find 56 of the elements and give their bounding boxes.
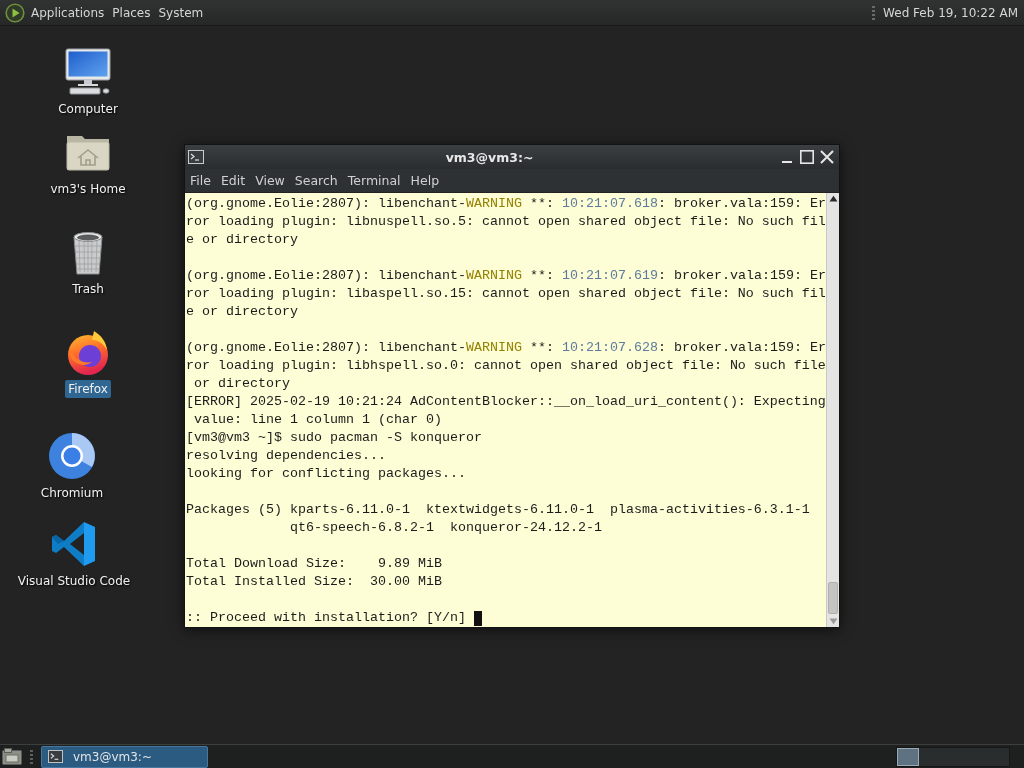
menu-item[interactable]: View (250, 171, 290, 190)
chromium-icon[interactable] (48, 432, 96, 480)
computer-icon[interactable] (64, 48, 112, 96)
taskbar-button[interactable]: vm3@vm3:~ (41, 745, 208, 768)
terminal-line: Total Download Size: 9.89 MiB (186, 555, 442, 573)
menu-item[interactable]: File (185, 171, 216, 190)
icon-label[interactable]: Chromium (37, 484, 107, 502)
distro-logo-icon[interactable] (5, 2, 25, 23)
window-title: vm3@vm3:~ (444, 149, 535, 165)
icon-label[interactable]: Firefox (65, 380, 111, 398)
terminal-line: Packages (5) kparts-6.11.0-1 ktextwidgets-6.11.0-1 plasma-activities-6.3.1-1 (186, 501, 810, 519)
show-desktop-icon[interactable] (2, 747, 22, 766)
terminal-line: [vm3@vm3 ~]$ sudo pacman -S konqueror (186, 429, 482, 447)
workspace-cell[interactable] (897, 747, 919, 766)
workspace-switcher[interactable] (896, 746, 1010, 767)
terminal-line: looking for conflicting packages... (186, 465, 466, 483)
icon-label[interactable]: Computer (55, 100, 121, 118)
drag-handle-icon (872, 3, 876, 22)
panel-menu[interactable]: Applications (27, 3, 109, 22)
terminal-line: value: line 1 column 1 (char 0) (193, 411, 442, 429)
menu-item[interactable]: Help (405, 171, 445, 190)
close-button[interactable] (819, 149, 835, 165)
menu-item[interactable]: Edit (215, 171, 251, 190)
visual-studio-code-icon[interactable] (50, 520, 98, 568)
icon-label[interactable]: Visual Studio Code (14, 572, 134, 590)
scrollbar[interactable] (826, 193, 839, 627)
terminal-line: :: Proceed with installation? [Y/n] (186, 609, 467, 627)
icon-label[interactable]: Trash (69, 280, 107, 298)
menu-item[interactable]: Search (289, 171, 343, 190)
close-icon (820, 150, 834, 164)
terminal-line: (org.gnome.Eolie:2807): libenchant-WARNING **: 10:21:07.628: broker.vala:159: Er (186, 339, 826, 357)
menu-item[interactable]: Terminal (342, 171, 406, 190)
terminal-line: (org.gnome.Eolie:2807): libenchant-WARNING **: 10:21:07.618: broker.vala:159: Er (186, 195, 826, 213)
minimize-icon (782, 161, 792, 163)
maximize-icon (800, 150, 814, 164)
terminal-line: ror loading plugin: libhspell.so.0: cannot open shared object file: No such file (186, 357, 826, 375)
terminal-line: e or directory (186, 303, 298, 321)
terminal-line: resolving dependencies... (186, 447, 386, 465)
terminal-line: [ERROR] 2025-02-19 10:21:24 AdContentBlocker::__on_load_uri_content(): Expecting (186, 393, 826, 411)
terminal-line: (org.gnome.Eolie:2807): libenchant-WARNING **: 10:21:07.619: broker.vala:159: Er (186, 267, 826, 285)
terminal-line: Total Installed Size: 30.00 MiB (186, 573, 442, 591)
terminal-line: e or directory (186, 231, 298, 249)
terminal-icon (188, 150, 204, 164)
terminal-line: ror loading plugin: libnuspell.so.5: cannot open shared object file: No such fil (186, 213, 826, 231)
panel-menu[interactable]: System (154, 3, 208, 22)
scrollbar-thumb[interactable] (828, 582, 838, 614)
clock[interactable]: Wed Feb 19, 10:22 AM (883, 5, 1020, 20)
scroll-up-icon[interactable] (828, 195, 838, 202)
maximize-button[interactable] (799, 149, 815, 165)
icon-label[interactable]: vm3's Home (47, 180, 129, 198)
drag-handle-icon (30, 747, 33, 766)
terminal-line: qt6-speech-6.8.2-1 konqueror-24.12.2-1 (288, 519, 602, 537)
terminal-line: or directory (193, 375, 290, 393)
terminal-icon (48, 750, 63, 763)
terminal-line: ror loading plugin: libaspell.so.15: cannot open shared object file: No such fil (186, 285, 826, 303)
panel-menu[interactable]: Places (108, 3, 155, 22)
